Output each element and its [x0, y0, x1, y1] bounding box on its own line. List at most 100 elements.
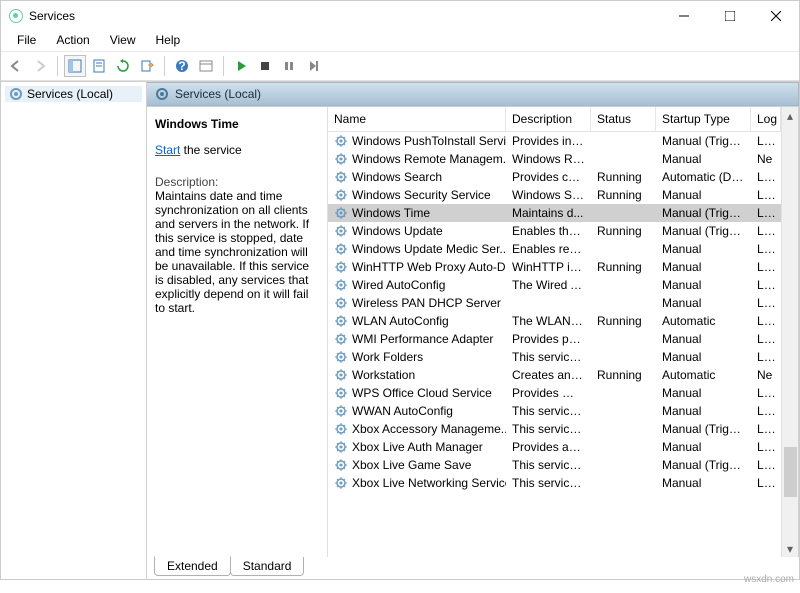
service-name: Wireless PAN DHCP Server — [352, 296, 501, 310]
service-name: WMI Performance Adapter — [352, 332, 493, 346]
service-desc: This service ... — [506, 403, 591, 419]
export-button[interactable] — [136, 55, 158, 77]
menu-file[interactable]: File — [7, 31, 46, 51]
maximize-button[interactable] — [707, 1, 753, 31]
service-row[interactable]: WinHTTP Web Proxy Auto-D...WinHTTP im...… — [328, 258, 781, 276]
gear-icon — [334, 296, 348, 310]
gear-icon — [334, 350, 348, 364]
scroll-up-icon[interactable]: ▴ — [782, 107, 798, 124]
service-name: Windows Update Medic Ser... — [352, 242, 506, 256]
service-row[interactable]: Windows Update Medic Ser...Enables rem..… — [328, 240, 781, 258]
service-logon: Loc — [751, 313, 781, 329]
pause-service-button[interactable] — [278, 55, 300, 77]
service-row[interactable]: Windows SearchProvides con...RunningAuto… — [328, 168, 781, 186]
service-row[interactable]: Wireless PAN DHCP ServerManualLoc — [328, 294, 781, 312]
col-name[interactable]: Name — [328, 107, 506, 131]
selected-service-name: Windows Time — [155, 117, 319, 131]
service-row[interactable]: Xbox Live Auth ManagerProvides aut...Man… — [328, 438, 781, 456]
start-service-link[interactable]: Start — [155, 143, 180, 157]
service-row[interactable]: Xbox Live Networking ServiceThis service… — [328, 474, 781, 492]
service-desc: Provides infr... — [506, 133, 591, 149]
forward-button[interactable] — [29, 55, 51, 77]
service-logon: Loc — [751, 403, 781, 419]
back-button[interactable] — [5, 55, 27, 77]
service-row[interactable]: Windows TimeMaintains d...Manual (Trigg.… — [328, 204, 781, 222]
service-row[interactable]: Windows Remote Managem...Windows Re...Ma… — [328, 150, 781, 168]
service-row[interactable]: WWAN AutoConfigThis service ...ManualLoc — [328, 402, 781, 420]
scroll-thumb[interactable] — [784, 447, 797, 497]
service-status — [591, 205, 656, 221]
titlebar[interactable]: Services — [1, 1, 799, 31]
service-startup: Manual (Trigg... — [656, 133, 751, 149]
services-grid[interactable]: Name Description Status Startup Type Log… — [327, 107, 781, 557]
menu-view[interactable]: View — [100, 31, 146, 51]
gear-icon — [334, 188, 348, 202]
description-label: Description: — [155, 175, 319, 189]
service-name: WinHTTP Web Proxy Auto-D... — [352, 260, 506, 274]
start-suffix: the service — [180, 143, 241, 157]
service-row[interactable]: Xbox Accessory Manageme...This service .… — [328, 420, 781, 438]
gear-icon — [334, 422, 348, 436]
gear-icon — [9, 87, 23, 101]
start-service-button[interactable] — [230, 55, 252, 77]
show-hide-tree-button[interactable] — [64, 55, 86, 77]
gear-icon — [334, 224, 348, 238]
service-startup: Automatic (De... — [656, 169, 751, 185]
service-status: Running — [591, 367, 656, 383]
gear-icon — [334, 134, 348, 148]
scroll-down-icon[interactable]: ▾ — [782, 540, 798, 557]
service-name: Xbox Live Game Save — [352, 458, 471, 472]
service-startup: Manual — [656, 241, 751, 257]
service-row[interactable]: Xbox Live Game SaveThis service ...Manua… — [328, 456, 781, 474]
service-logon: Loc — [751, 439, 781, 455]
tab-standard[interactable]: Standard — [230, 557, 305, 576]
properties-button[interactable] — [88, 55, 110, 77]
service-startup: Manual (Trigg... — [656, 421, 751, 437]
col-status[interactable]: Status — [591, 107, 656, 131]
service-row[interactable]: WorkstationCreates and ...RunningAutomat… — [328, 366, 781, 384]
service-desc: Windows Se... — [506, 187, 591, 203]
service-name: Windows Search — [352, 170, 442, 184]
minimize-button[interactable] — [661, 1, 707, 31]
menu-action[interactable]: Action — [46, 31, 99, 51]
service-row[interactable]: Windows PushToInstall Servi...Provides i… — [328, 132, 781, 150]
service-logon: Loc — [751, 169, 781, 185]
gear-icon — [334, 152, 348, 166]
service-startup: Manual — [656, 385, 751, 401]
service-row[interactable]: WLAN AutoConfigThe WLANS...RunningAutoma… — [328, 312, 781, 330]
service-startup: Manual — [656, 403, 751, 419]
all-tasks-button[interactable] — [195, 55, 217, 77]
refresh-button[interactable] — [112, 55, 134, 77]
service-status: Running — [591, 187, 656, 203]
service-desc: WinHTTP im... — [506, 259, 591, 275]
close-button[interactable] — [753, 1, 799, 31]
tab-extended[interactable]: Extended — [154, 556, 231, 576]
service-row[interactable]: WPS Office Cloud ServiceProvides WP...Ma… — [328, 384, 781, 402]
description-text: Maintains date and time synchronization … — [155, 189, 319, 315]
menu-help[interactable]: Help — [146, 31, 191, 51]
service-row[interactable]: Windows Security ServiceWindows Se...Run… — [328, 186, 781, 204]
gear-icon — [334, 476, 348, 490]
service-desc: Maintains d... — [506, 205, 591, 221]
stop-service-button[interactable] — [254, 55, 276, 77]
service-status — [591, 457, 656, 473]
vertical-scrollbar[interactable]: ▴ ▾ — [781, 107, 798, 557]
service-name: Xbox Accessory Manageme... — [352, 422, 506, 436]
help-button[interactable]: ? — [171, 55, 193, 77]
gear-icon — [155, 87, 169, 101]
col-logon[interactable]: Log — [751, 107, 781, 131]
service-row[interactable]: Work FoldersThis service ...ManualLoc — [328, 348, 781, 366]
col-description[interactable]: Description — [506, 107, 591, 131]
tree-item-services-local[interactable]: Services (Local) — [5, 86, 142, 102]
col-startup[interactable]: Startup Type — [656, 107, 751, 131]
service-row[interactable]: Windows UpdateEnables the ...RunningManu… — [328, 222, 781, 240]
grid-header[interactable]: Name Description Status Startup Type Log — [328, 107, 781, 132]
service-name: Windows Update — [352, 224, 443, 238]
service-logon: Loc — [751, 133, 781, 149]
service-row[interactable]: Wired AutoConfigThe Wired A...ManualLoc — [328, 276, 781, 294]
service-logon: Loc — [751, 295, 781, 311]
content-header: Services (Local) — [147, 82, 799, 106]
restart-service-button[interactable] — [302, 55, 324, 77]
console-tree[interactable]: Services (Local) — [1, 82, 147, 579]
service-row[interactable]: WMI Performance AdapterProvides per...Ma… — [328, 330, 781, 348]
